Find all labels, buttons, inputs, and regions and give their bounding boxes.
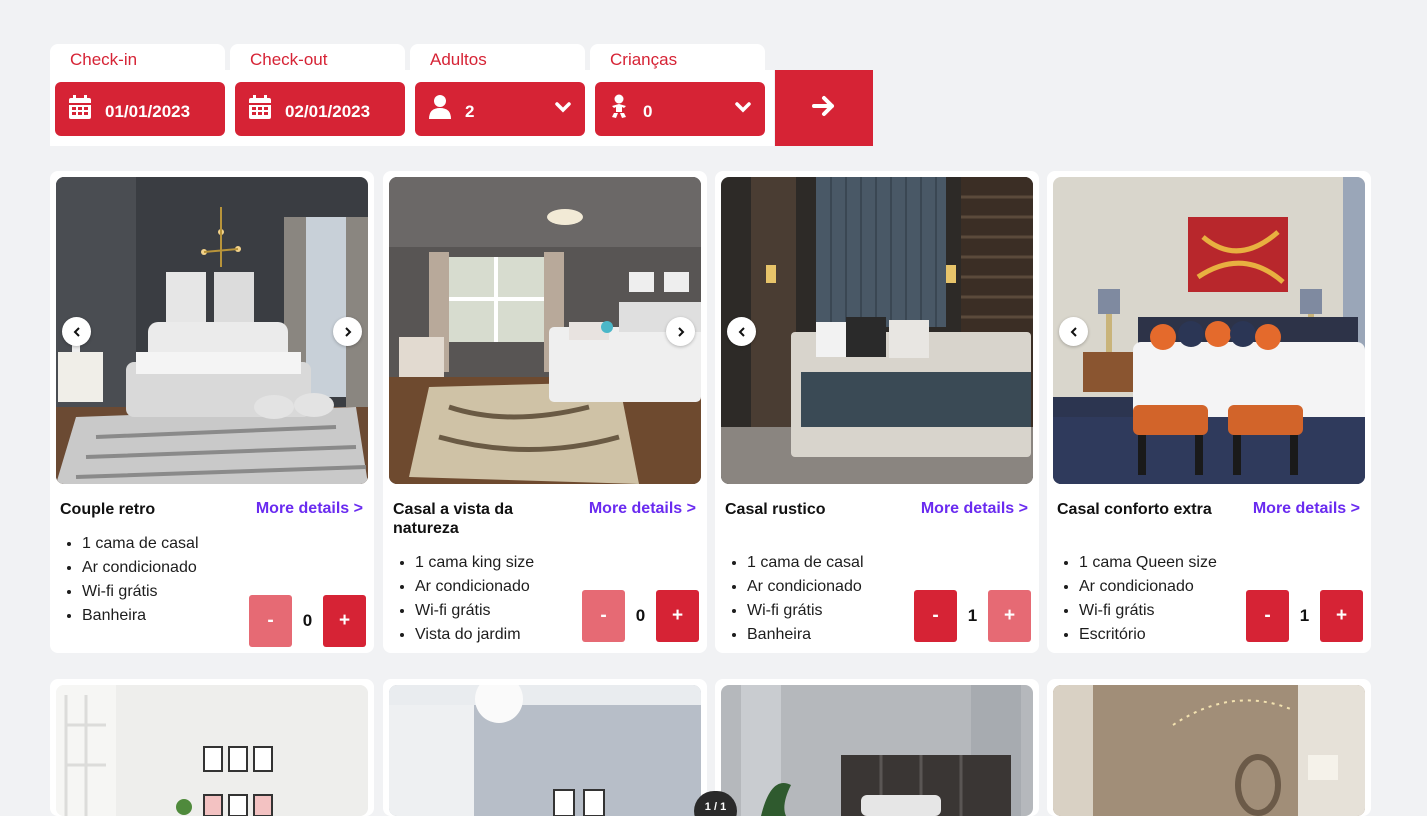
carousel-prev-button[interactable] [1059,317,1088,346]
decrement-button[interactable]: - [249,595,292,647]
room-card [50,679,374,816]
room-card: Casal a vista da natureza More details >… [383,171,707,653]
quantity-stepper: - 1 + [914,590,1031,642]
room-card [715,679,1039,816]
increment-button[interactable]: + [988,590,1031,642]
room-title: Casal a vista da natureza [393,501,514,537]
feature-item: 1 cama Queen size [1079,551,1279,575]
chevron-left-icon [738,326,745,337]
room-photo [389,177,701,484]
room-photo-carousel [721,177,1033,484]
quantity-value: 0 [302,611,313,630]
more-details-link[interactable]: More details > [1253,500,1360,518]
room-photo-carousel [56,177,368,484]
more-details-link[interactable]: More details > [589,500,696,518]
room-photo [1053,177,1365,484]
chevron-left-icon [73,326,80,337]
feature-item: 1 cama de casal [82,532,282,556]
quantity-stepper: - 0 + [249,595,366,647]
room-photo-image [1053,685,1365,816]
room-title: Casal rustico [725,501,826,518]
room-photo [56,177,368,484]
children-select[interactable]: 0 [595,82,765,136]
room-title: Casal conforto extra [1057,501,1212,518]
chevron-right-icon [344,326,351,337]
children-field: Crianças 0 [590,44,765,136]
room-photo [1053,685,1365,816]
room-photo [721,177,1033,484]
increment-button[interactable]: + [1320,590,1363,642]
room-photo [56,685,368,816]
decrement-button[interactable]: - [582,590,625,642]
booking-search-bar: Check-in 01/01/2023 Check-out 02/01/2023… [50,44,873,146]
room-photo [721,685,1033,816]
quantity-value: 1 [967,606,978,625]
room-photo-carousel [389,177,701,484]
checkin-input[interactable]: 01/01/2023 [55,82,225,136]
baby-icon [609,94,629,125]
chevron-right-icon [677,326,684,337]
carousel-next-button[interactable] [666,317,695,346]
adults-label: Adultos [410,44,585,74]
more-details-link[interactable]: More details > [256,500,363,518]
children-value: 0 [643,102,653,121]
room-photo-image [56,685,368,816]
arrow-right-icon [812,95,836,122]
carousel-prev-button[interactable] [62,317,91,346]
carousel-prev-button[interactable] [727,317,756,346]
children-label: Crianças [590,44,765,74]
quantity-stepper: - 0 + [582,590,699,642]
carousel-next-button[interactable] [333,317,362,346]
room-photo-image [389,685,701,816]
checkout-value: 02/01/2023 [285,102,371,121]
quantity-value: 0 [635,606,646,625]
quantity-value: 1 [1299,606,1310,625]
calendar-icon [69,94,91,124]
person-icon [429,94,451,124]
checkout-input[interactable]: 02/01/2023 [235,82,405,136]
chevron-down-icon [735,100,751,118]
chevron-left-icon [1070,326,1077,337]
adults-select[interactable]: 2 [415,82,585,136]
room-photo-image [721,685,1033,816]
increment-button[interactable]: + [656,590,699,642]
quantity-stepper: - 1 + [1246,590,1363,642]
adults-field: Adultos 2 [410,44,585,136]
increment-button[interactable]: + [323,595,366,647]
room-photo-carousel [1053,177,1365,484]
calendar-icon [249,94,271,124]
room-card: Couple retro More details > 1 cama de ca… [50,171,374,653]
room-card [383,679,707,816]
checkout-label: Check-out [230,44,405,74]
feature-item: Ar condicionado [82,556,282,580]
room-photo [389,685,701,816]
room-card [1047,679,1371,816]
feature-item: 1 cama de casal [747,551,947,575]
feature-item: 1 cama king size [415,551,615,575]
room-title: Couple retro [60,501,156,518]
decrement-button[interactable]: - [914,590,957,642]
search-submit-button[interactable] [775,70,873,146]
checkout-field: Check-out 02/01/2023 [230,44,405,136]
checkin-field: Check-in 01/01/2023 [50,44,225,136]
room-card: Casal conforto extra More details > 1 ca… [1047,171,1371,653]
checkin-label: Check-in [50,44,225,74]
adults-value: 2 [465,102,475,121]
chevron-down-icon [555,100,571,118]
more-details-link[interactable]: More details > [921,500,1028,518]
checkin-value: 01/01/2023 [105,102,191,121]
room-card: Casal rustico More details > 1 cama de c… [715,171,1039,653]
decrement-button[interactable]: - [1246,590,1289,642]
